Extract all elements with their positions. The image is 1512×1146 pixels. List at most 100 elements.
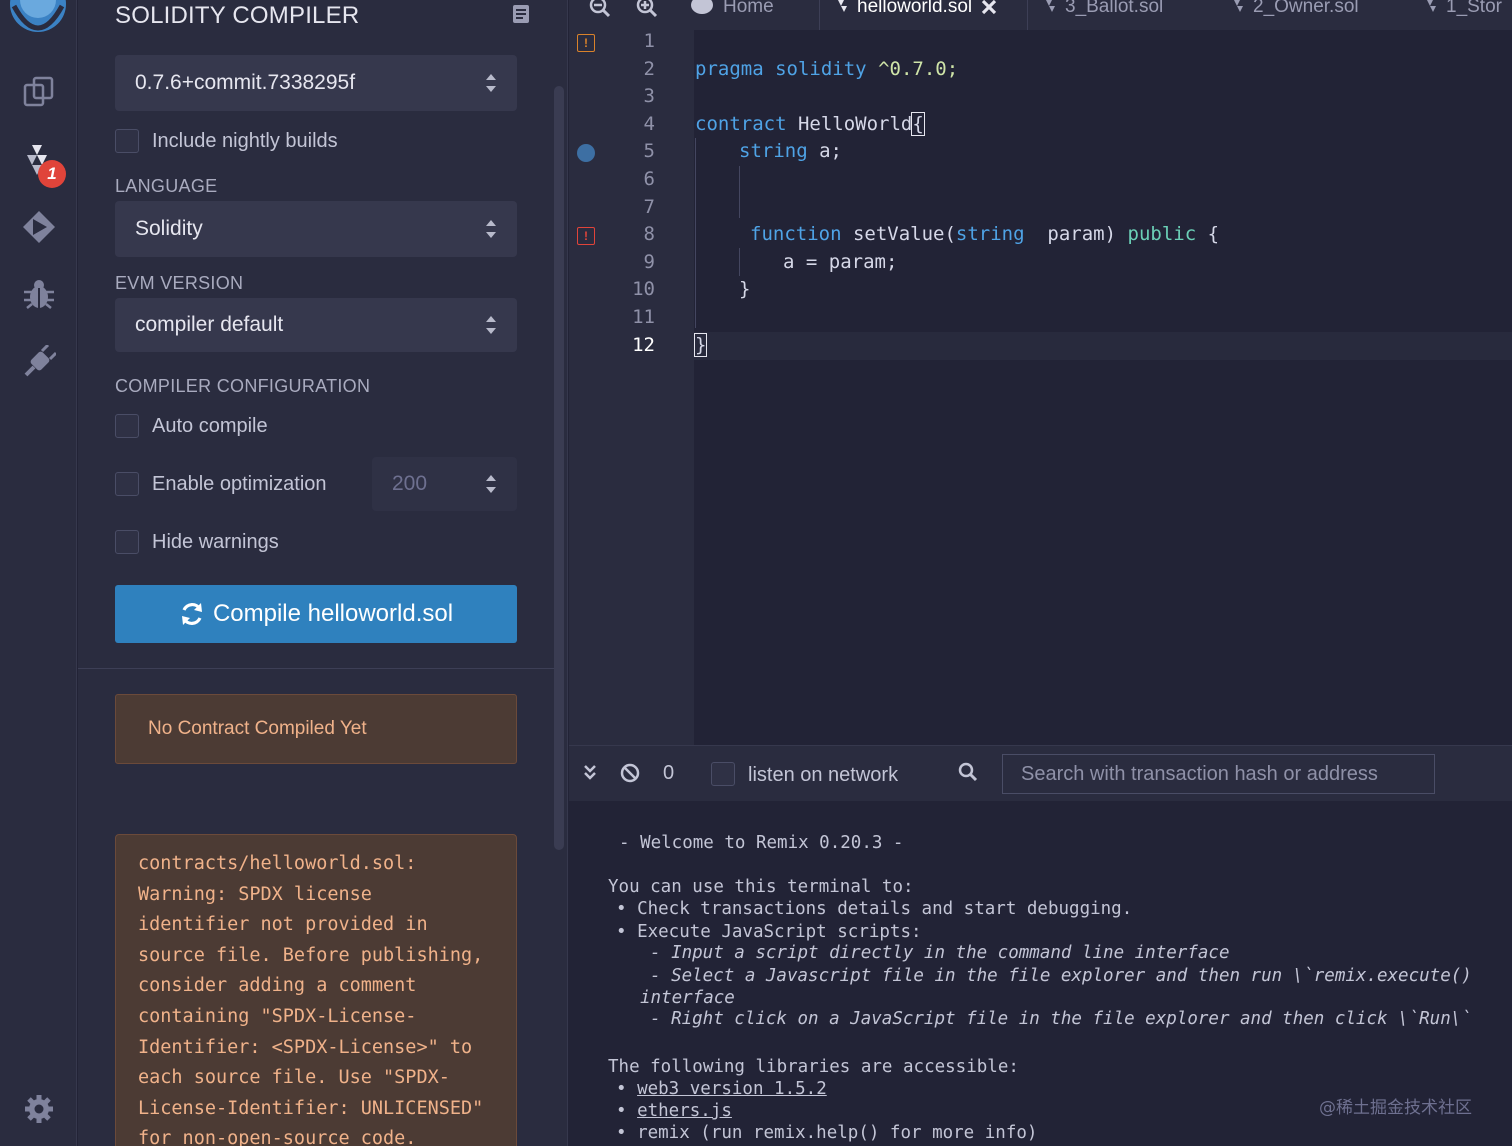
terminal-lib-item: • web3 version 1.5.2 xyxy=(616,1079,827,1099)
notification-badge: 1 xyxy=(38,160,66,188)
contract-name: HelloWorld xyxy=(797,112,913,135)
tab-owner[interactable]: 2_Owner.sol xyxy=(1231,0,1359,22)
tab-home[interactable]: Home xyxy=(689,0,774,22)
compiler-version-select[interactable]: 0.7.6+commit.7338295f xyxy=(115,55,517,111)
keyword: contract xyxy=(695,112,787,135)
tab-ballot[interactable]: 3_Ballot.sol xyxy=(1043,0,1163,22)
compile-button-label: Compile helloworld.sol xyxy=(212,600,454,627)
settings-gear-icon[interactable] xyxy=(20,1090,58,1128)
solidity-file-icon xyxy=(1427,0,1436,12)
tab-helloworld-label: helloworld.sol xyxy=(857,0,973,17)
visibility-keyword: public xyxy=(1127,223,1197,246)
code-text: a = param; xyxy=(783,250,898,273)
select-arrows-icon xyxy=(486,74,496,92)
remix-logo-icon[interactable] xyxy=(6,0,70,46)
keyword: pragma xyxy=(695,57,764,80)
optimization-runs-input[interactable]: 200 xyxy=(372,457,517,511)
no-contract-alert: No Contract Compiled Yet xyxy=(115,694,517,764)
evm-version-value: compiler default xyxy=(135,313,284,336)
collapse-terminal-icon[interactable] xyxy=(583,764,597,782)
terminal-output[interactable]: - Welcome to Remix 0.20.3 - You can use … xyxy=(569,801,1512,1146)
tab-storage[interactable]: 1_Stor xyxy=(1424,0,1502,22)
compiler-config-label: COMPILER CONFIGURATION xyxy=(115,376,371,396)
select-arrows-icon xyxy=(486,316,496,334)
zoom-out-icon[interactable] xyxy=(589,0,611,22)
search-icon[interactable] xyxy=(958,762,978,782)
panel-title: SOLIDITY COMPILER xyxy=(115,2,360,29)
listen-network-checkbox[interactable] xyxy=(711,762,735,786)
code-editor: Home helloworld.sol 3_Ballot.sol 2_Owner… xyxy=(569,0,1512,745)
code-line: 7 xyxy=(569,196,1512,224)
tab-owner-label: 2_Owner.sol xyxy=(1253,0,1359,17)
code-line: 11 xyxy=(569,306,1512,334)
tab-helloworld[interactable]: helloworld.sol xyxy=(835,0,998,22)
optimization-checkbox[interactable] xyxy=(115,472,139,496)
close-tab-icon[interactable] xyxy=(980,0,998,16)
line-number: 12 xyxy=(632,333,655,356)
zoom-in-icon[interactable] xyxy=(636,0,658,22)
documentation-icon[interactable] xyxy=(512,4,530,24)
brace: { xyxy=(1196,223,1220,246)
code-line: 3 xyxy=(569,85,1512,113)
code-line: 4 contract HelloWorld{ xyxy=(569,111,1512,141)
line-number: 9 xyxy=(643,250,655,273)
terminal-libs-heading: The following libraries are accessible: xyxy=(608,1057,1019,1077)
keyword: solidity xyxy=(775,57,867,80)
clear-console-icon[interactable] xyxy=(619,762,641,784)
code-line: 10} xyxy=(569,278,1512,306)
auto-compile-checkbox[interactable] xyxy=(115,414,139,438)
type-keyword: string xyxy=(955,223,1025,246)
type-keyword: string xyxy=(739,140,808,163)
spdx-warning-alert[interactable]: contracts/helloworld.sol: Warning: SPDX … xyxy=(115,834,517,1146)
remix-ide: 1 SOLIDITY COMPILER 0.7.6+commit.7338295… xyxy=(0,0,1512,1146)
tab-separator xyxy=(819,0,820,30)
watermark: @稀土掘金技术社区 xyxy=(1319,1098,1472,1118)
tab-ballot-label: 3_Ballot.sol xyxy=(1065,0,1164,17)
solidity-file-icon xyxy=(838,0,847,12)
function-name: setValue( xyxy=(841,223,956,246)
line-number: 3 xyxy=(643,85,655,108)
terminal-bullet: • Check transactions details and start d… xyxy=(616,899,1133,919)
optimization-label: Enable optimization xyxy=(152,472,327,495)
nightly-builds-row[interactable]: Include nightly builds xyxy=(115,129,338,153)
language-select[interactable]: Solidity xyxy=(115,201,517,257)
terminal-subitem: - Input a script directly in the command… xyxy=(650,943,1230,963)
evm-version-select[interactable]: compiler default xyxy=(115,298,517,352)
terminal-lib-item: • ethers.js xyxy=(616,1101,732,1121)
hide-warnings-row[interactable]: Hide warnings xyxy=(115,530,279,554)
brace: } xyxy=(693,332,708,357)
debugger-icon[interactable] xyxy=(20,276,58,314)
optimization-runs-value: 200 xyxy=(392,472,428,495)
hide-warnings-checkbox[interactable] xyxy=(115,530,139,554)
code-line: 6 xyxy=(569,168,1512,196)
deploy-run-icon[interactable] xyxy=(20,208,58,246)
terminal-bullet: • Execute JavaScript scripts: xyxy=(616,922,922,942)
ethers-link[interactable]: ethers.js xyxy=(637,1101,732,1121)
panel-scrollbar[interactable] xyxy=(554,86,564,850)
line-number: 2 xyxy=(643,57,655,80)
compiler-panel: SOLIDITY COMPILER 0.7.6+commit.7338295f … xyxy=(78,0,568,1146)
line-number: 5 xyxy=(643,140,655,163)
keyword: function xyxy=(750,223,842,246)
web3-link[interactable]: web3 version 1.5.2 xyxy=(637,1079,827,1099)
tab-bar: Home helloworld.sol 3_Ballot.sol 2_Owner… xyxy=(569,0,1512,30)
line-number: 7 xyxy=(643,195,655,218)
terminal-welcome: - Welcome to Remix 0.20.3 - xyxy=(619,833,904,853)
nightly-builds-checkbox[interactable] xyxy=(115,129,139,153)
listen-network-label: listen on network xyxy=(748,764,899,786)
solidity-file-icon xyxy=(1234,0,1243,12)
transaction-search-input[interactable]: Search with transaction hash or address xyxy=(1002,754,1435,794)
evm-version-label: EVM VERSION xyxy=(115,273,244,293)
compile-button[interactable]: Compile helloworld.sol xyxy=(115,585,517,643)
code-text: a; xyxy=(807,140,842,163)
code-line: 12} xyxy=(569,332,1512,362)
optimization-row[interactable]: Enable optimization xyxy=(115,472,327,496)
line-number: 1 xyxy=(643,30,655,52)
no-contract-text: No Contract Compiled Yet xyxy=(148,718,367,739)
code-line: 8 function setValue(string param) public … xyxy=(569,223,1512,251)
panel-divider xyxy=(78,668,555,669)
file-explorer-icon[interactable] xyxy=(20,73,58,111)
plugin-manager-icon[interactable] xyxy=(20,343,58,381)
terminal-lib-item: • remix (run remix.help() for more info) xyxy=(616,1123,1038,1143)
auto-compile-row[interactable]: Auto compile xyxy=(115,414,268,438)
